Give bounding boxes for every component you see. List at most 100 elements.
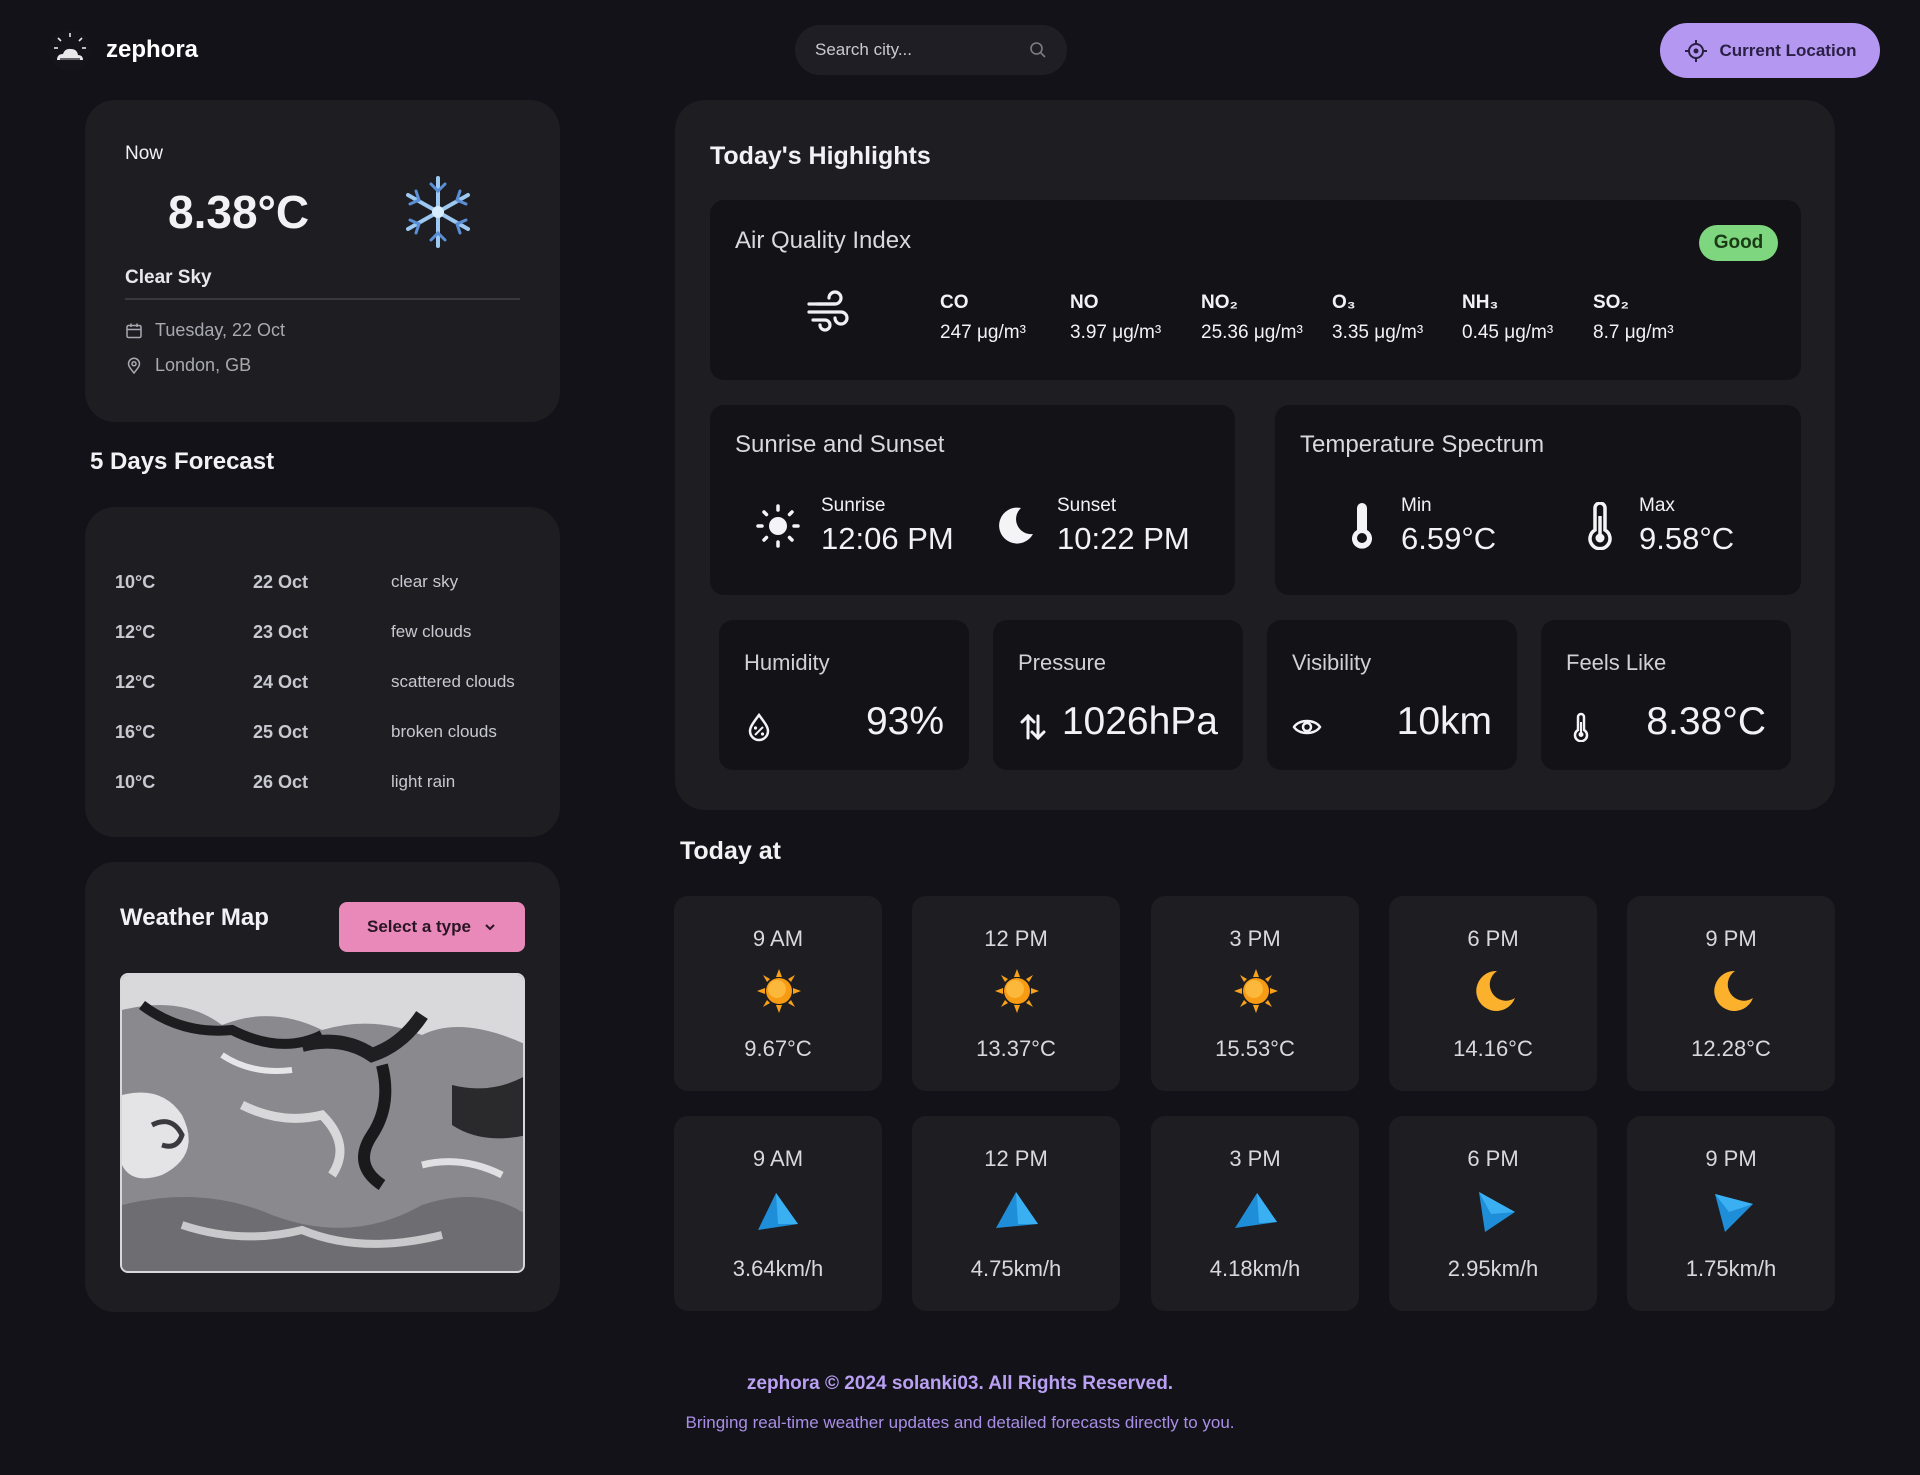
current-temperature: 8.38°C — [168, 186, 310, 238]
aqi-value: 25.36 μg/m³ — [1201, 322, 1303, 343]
hour-label: 12 PM — [984, 1146, 1048, 1171]
aqi-value: 247 μg/m³ — [940, 322, 1026, 343]
forecast-title: 5 Days Forecast — [90, 448, 275, 475]
aqi-item-no2: NO₂ 25.36 μg/m³ — [1201, 292, 1303, 344]
sun-icon — [1234, 969, 1278, 1013]
app-logo[interactable]: zephora — [48, 28, 198, 72]
pressure-arrows-icon — [1020, 713, 1046, 741]
hour-label: 3 PM — [1229, 1146, 1281, 1171]
forecast-desc: few clouds — [391, 622, 472, 641]
hour-label: 12 PM — [984, 926, 1048, 951]
satellite-map-image — [122, 975, 523, 1271]
chevron-down-icon — [485, 924, 495, 931]
hourly-temp-card: 3 PM 15.53°C — [1151, 896, 1359, 1091]
hourly-wind-card: 12 PM 4.75km/h — [912, 1116, 1120, 1311]
hourly-temp-value: 15.53°C — [1215, 1036, 1295, 1061]
visibility-value: 10km — [1396, 700, 1492, 743]
pressure-card: Pressure 1026hPa — [993, 620, 1243, 770]
aqi-value: 8.7 μg/m³ — [1593, 322, 1674, 343]
max-temp-value: 9.58°C — [1639, 521, 1735, 556]
min-temp-value: 6.59°C — [1401, 521, 1497, 556]
aqi-item-o3: O₃ 3.35 μg/m³ — [1332, 292, 1423, 344]
humidity-title: Humidity — [744, 650, 830, 675]
search-icon[interactable] — [1029, 41, 1047, 59]
map-pin-icon — [127, 357, 141, 374]
eye-icon — [1292, 719, 1322, 735]
forecast-date: 22 Oct — [253, 571, 309, 592]
aqi-item-co: CO 247 μg/m³ — [940, 292, 1026, 344]
cloud-sun-logo-icon — [49, 29, 91, 71]
air-quality-badge: Good — [1699, 225, 1778, 261]
humidity-value: 93% — [865, 700, 944, 743]
wind-direction-icon — [996, 1192, 1038, 1228]
aqi-key: CO — [940, 292, 969, 313]
now-label: Now — [125, 143, 164, 164]
min-temp-label: Min — [1401, 495, 1432, 516]
current-location-button[interactable]: Current Location — [1660, 23, 1880, 78]
forecast-temp: 16°C — [115, 721, 156, 742]
hourly-temp-card: 6 PM 14.16°C — [1389, 896, 1597, 1091]
sunset-label: Sunset — [1057, 495, 1117, 516]
hourly-wind-card: 6 PM 2.95km/h — [1389, 1116, 1597, 1311]
location-row: London, GB — [125, 355, 251, 376]
forecast-row: 12°C 23 Oct few clouds — [115, 607, 530, 657]
weather-map[interactable] — [120, 973, 525, 1273]
thermometer-high-icon — [1588, 502, 1612, 550]
search-input[interactable] — [815, 40, 1015, 60]
map-type-select[interactable]: Select a type — [339, 902, 525, 952]
hour-label: 6 PM — [1467, 1146, 1519, 1171]
forecast-row: 10°C 26 Oct light rain — [115, 757, 530, 807]
aqi-value: 0.45 μg/m³ — [1462, 322, 1554, 343]
hour-label: 9 AM — [752, 926, 804, 951]
current-weather-card: Now 8.38°C Clear Sky Tuesday, 22 Oct Lon… — [85, 100, 560, 422]
hour-label: 6 PM — [1467, 926, 1519, 951]
footer-tagline: Bringing real-time weather updates and d… — [685, 1413, 1235, 1432]
aqi-key: NO₂ — [1201, 292, 1238, 313]
hourly-temp-value: 9.67°C — [744, 1036, 812, 1061]
forecast-desc: light rain — [391, 772, 456, 791]
pressure-title: Pressure — [1018, 650, 1107, 675]
temperature-spectrum-title: Temperature Spectrum — [1300, 431, 1545, 458]
hourly-wind-value: 4.75km/h — [970, 1256, 1062, 1281]
aqi-item-so2: SO₂ 8.7 μg/m³ — [1593, 292, 1674, 344]
aqi-value: 3.35 μg/m³ — [1332, 322, 1424, 343]
sunrise-sunset-card: Sunrise and Sunset Sunrise 12:06 PM Suns… — [710, 405, 1235, 595]
crosshair-icon — [1684, 39, 1707, 62]
hourly-temp-value: 14.16°C — [1453, 1036, 1533, 1061]
hourly-wind-card: 9 AM 3.64km/h — [674, 1116, 882, 1311]
sun-icon — [756, 504, 800, 548]
visibility-title: Visibility — [1292, 650, 1372, 675]
weather-description: Clear Sky — [125, 267, 212, 288]
hourly-wind-card: 3 PM 4.18km/h — [1151, 1116, 1359, 1311]
map-type-select-label: Select a type — [367, 917, 471, 936]
aqi-value: 3.97 μg/m³ — [1070, 322, 1162, 343]
forecast-temp: 10°C — [115, 771, 156, 792]
moon-icon — [999, 507, 1033, 544]
aqi-item-nh3: NH₃ 0.45 μg/m³ — [1462, 292, 1553, 344]
hour-label: 9 AM — [752, 1146, 804, 1171]
forecast-desc: scattered clouds — [391, 672, 515, 691]
highlights-card: Today's Highlights Air Quality Index Goo… — [675, 100, 1835, 810]
today-title: Today at — [680, 837, 781, 865]
hourly-temp-value: 12.28°C — [1691, 1036, 1771, 1061]
humidity-card: Humidity 93% — [719, 620, 969, 770]
wind-icon — [807, 290, 849, 332]
hourly-temp-value: 13.37°C — [976, 1036, 1056, 1061]
air-quality-title: Air Quality Index — [735, 227, 912, 254]
search-box[interactable] — [795, 25, 1067, 75]
sunset-time: 10:22 PM — [1057, 521, 1190, 556]
hourly-wind-value: 2.95km/h — [1447, 1256, 1539, 1281]
forecast-date: 23 Oct — [253, 621, 309, 642]
footer-copyright: zephora © 2024 solanki03. All Rights Res… — [746, 1373, 1174, 1394]
aqi-key: SO₂ — [1593, 292, 1629, 313]
aqi-item-no: NO 3.97 μg/m³ — [1070, 292, 1161, 344]
sunrise-label: Sunrise — [821, 495, 886, 516]
aqi-key: O₃ — [1332, 292, 1356, 313]
visibility-card: Visibility 10km — [1267, 620, 1517, 770]
date-row: Tuesday, 22 Oct — [125, 320, 285, 341]
forecast-date: 24 Oct — [253, 671, 309, 692]
weather-map-card: Weather Map Select a type — [85, 862, 560, 1312]
hourly-temp-card: 9 AM 9.67°C — [674, 896, 882, 1091]
forecast-desc: broken clouds — [391, 722, 497, 741]
wind-direction-icon — [1479, 1192, 1515, 1232]
